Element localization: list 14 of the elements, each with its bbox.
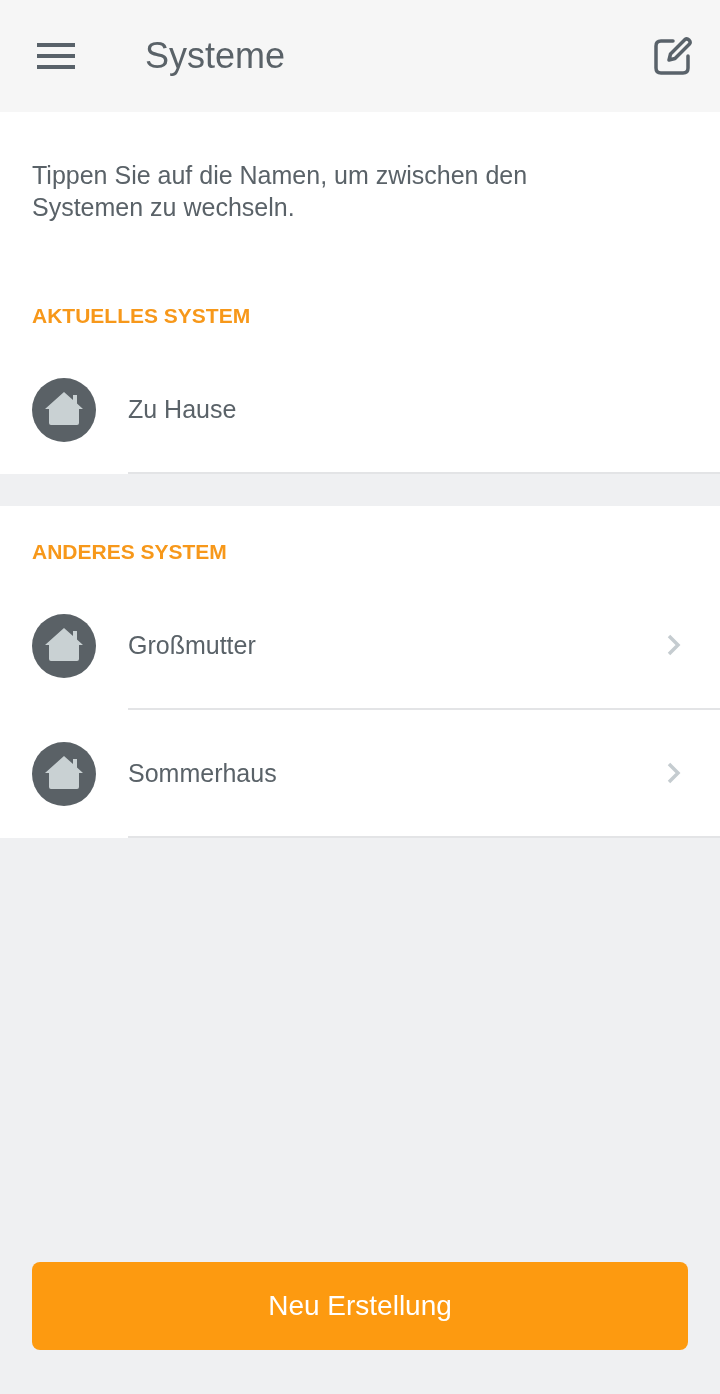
system-list-item[interactable]: Großmutter (0, 582, 720, 710)
section-heading: ANDERES SYSTEM (32, 539, 228, 565)
system-list-item[interactable]: Zu Hause (0, 346, 720, 474)
intro-text: Tippen Sie auf die Namen, um zwischen den Systemen zu wechseln. (31, 160, 529, 223)
chevron-right-icon (667, 762, 681, 784)
edit-icon[interactable] (654, 37, 692, 75)
house-icon (32, 614, 96, 678)
system-list-item[interactable]: Sommerhaus (0, 710, 720, 838)
menu-icon[interactable] (37, 43, 75, 69)
house-icon (32, 378, 96, 442)
house-icon (32, 742, 96, 806)
page-title: Systeme (145, 38, 286, 74)
section-heading: AKTUELLES SYSTEM (32, 303, 252, 329)
chevron-right-icon (667, 634, 681, 656)
